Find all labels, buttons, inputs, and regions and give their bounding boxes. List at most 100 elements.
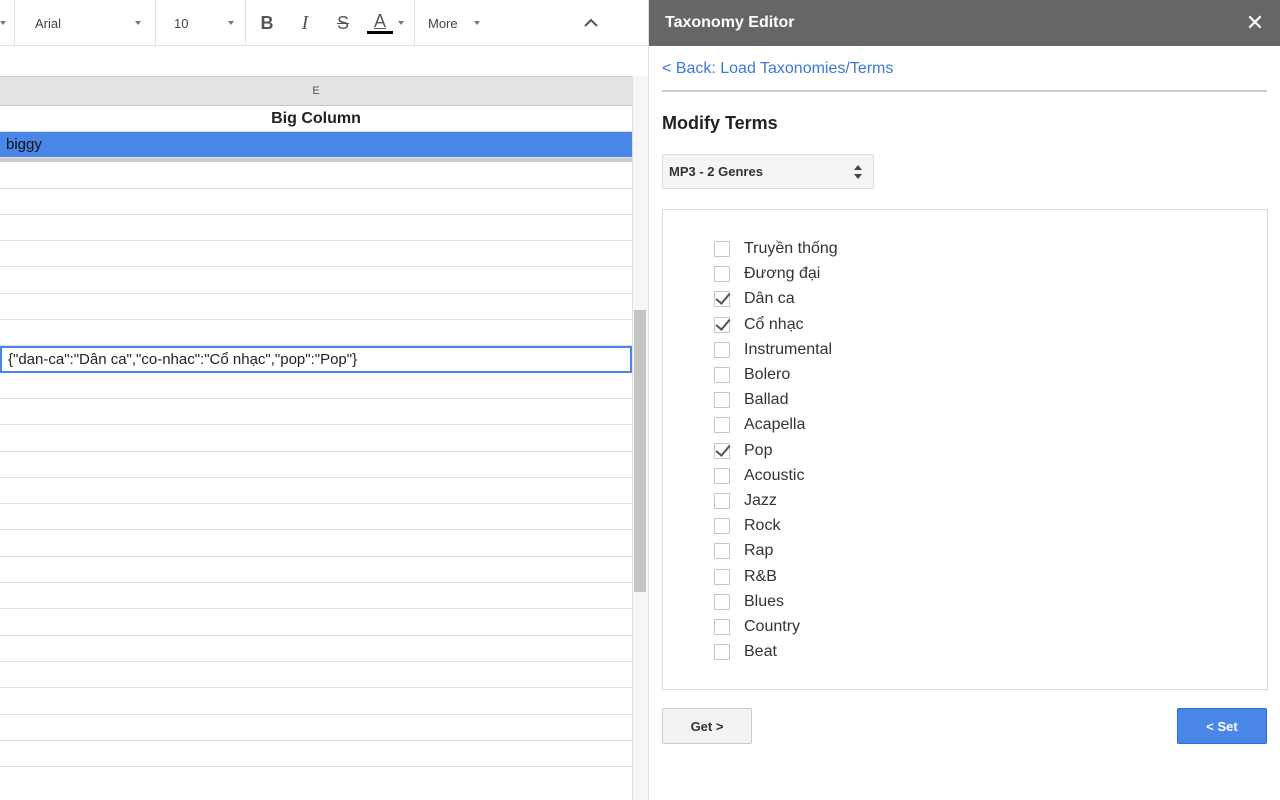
term-item[interactable]: Acapella — [714, 414, 805, 436]
table-row[interactable] — [0, 241, 632, 268]
active-cell[interactable]: {"dan-ca":"Dân ca","co-nhac":"Cổ nhạc","… — [0, 346, 632, 373]
chevron-down-icon — [228, 21, 234, 25]
term-item[interactable]: Acoustic — [714, 465, 804, 487]
term-checkbox[interactable] — [714, 593, 730, 610]
table-row[interactable] — [0, 294, 632, 321]
table-row[interactable] — [0, 504, 632, 531]
formula-bar[interactable] — [0, 47, 648, 76]
more-label: More — [428, 15, 458, 31]
table-row[interactable] — [0, 425, 632, 452]
term-item[interactable]: Pop — [714, 440, 772, 462]
term-checkbox[interactable] — [714, 442, 730, 459]
table-row[interactable] — [0, 320, 632, 347]
collapse-toolbar-button[interactable] — [582, 0, 600, 46]
table-row[interactable] — [0, 267, 632, 294]
term-checkbox[interactable] — [714, 493, 730, 509]
table-row[interactable] — [0, 373, 632, 399]
table-row[interactable] — [0, 662, 632, 689]
table-row[interactable] — [0, 478, 632, 505]
divider — [662, 90, 1267, 92]
get-button[interactable]: Get > — [662, 708, 752, 744]
back-link[interactable]: < Back: Load Taxonomies/Terms — [662, 60, 893, 78]
term-checkbox[interactable] — [714, 644, 730, 661]
term-label: Beat — [744, 643, 777, 661]
term-item[interactable]: Jazz — [714, 490, 777, 512]
term-checkbox[interactable] — [714, 417, 730, 434]
term-checkbox[interactable] — [714, 543, 730, 560]
table-row[interactable] — [0, 557, 632, 584]
term-checkbox[interactable] — [714, 241, 730, 257]
term-label: Rock — [744, 517, 781, 535]
text-color-dropdown[interactable] — [398, 0, 404, 46]
table-row[interactable] — [0, 741, 632, 768]
term-checkbox[interactable] — [714, 316, 730, 333]
table-row[interactable] — [0, 530, 632, 557]
term-item[interactable]: Bolero — [714, 364, 790, 386]
term-checkbox[interactable] — [714, 619, 730, 635]
table-row[interactable]: Big Column — [0, 106, 632, 132]
cell-grid[interactable]: Big Column biggy {"dan-ca":"Dân ca","co-… — [0, 106, 632, 800]
term-checkbox[interactable] — [714, 266, 730, 283]
term-item[interactable]: R&B — [714, 566, 777, 588]
table-row[interactable] — [0, 162, 632, 189]
term-item[interactable]: Country — [714, 616, 800, 638]
chevron-up-icon — [584, 18, 598, 27]
term-item[interactable]: Rap — [714, 540, 773, 562]
set-button[interactable]: < Set — [1177, 708, 1267, 744]
table-row[interactable] — [0, 189, 632, 215]
term-item[interactable]: Cổ nhạc — [714, 314, 804, 336]
column-letter: E — [312, 85, 320, 97]
spreadsheet-area: Arial 10 B I S A More E Big Column biggy… — [0, 0, 648, 800]
close-button[interactable]: ✕ — [1243, 10, 1267, 35]
term-item[interactable]: Dân ca — [714, 288, 795, 310]
table-row[interactable] — [0, 688, 632, 715]
scrollbar-thumb[interactable] — [634, 310, 646, 592]
italic-button[interactable]: I — [293, 11, 317, 35]
term-label: Rap — [744, 542, 774, 560]
toolbar-divider — [245, 0, 246, 46]
column-header-e[interactable]: E — [0, 76, 632, 106]
freeze-divider[interactable] — [0, 158, 632, 162]
table-row[interactable] — [0, 609, 632, 636]
taxonomy-select-value: MP3 - 2 Genres — [669, 164, 763, 179]
toolbar-divider — [414, 0, 415, 46]
term-checkbox[interactable] — [714, 467, 730, 484]
term-label: Pop — [744, 441, 773, 459]
toolbar-left-caret[interactable] — [0, 0, 6, 46]
font-family-dropdown[interactable]: Arial — [35, 0, 141, 46]
term-item[interactable]: Beat — [714, 641, 777, 663]
chevron-down-icon — [398, 21, 404, 25]
term-checkbox[interactable] — [714, 568, 730, 585]
term-checkbox[interactable] — [714, 367, 730, 383]
term-checkbox[interactable] — [714, 291, 730, 308]
table-row[interactable] — [0, 636, 632, 662]
taxonomy-editor-sidebar: Taxonomy Editor ✕ < Back: Load Taxonomie… — [648, 0, 1280, 800]
term-item[interactable]: Instrumental — [714, 339, 832, 361]
table-row-selected[interactable]: biggy — [0, 132, 632, 159]
term-item[interactable]: Truyền thống — [714, 238, 838, 260]
toolbar-divider — [155, 0, 156, 46]
table-row[interactable] — [0, 583, 632, 610]
term-label: Country — [744, 618, 801, 635]
table-row[interactable] — [0, 715, 632, 741]
term-item[interactable]: Ballad — [714, 389, 788, 411]
table-row[interactable] — [0, 452, 632, 478]
term-item[interactable]: Đương đại — [714, 263, 820, 285]
font-family-value: Arial — [35, 15, 62, 31]
format-toolbar: Arial 10 B I S A More — [0, 0, 648, 46]
table-row[interactable] — [0, 215, 632, 242]
taxonomy-select[interactable]: MP3 - 2 Genres — [662, 154, 874, 189]
term-item[interactable]: Blues — [714, 591, 784, 613]
more-menu-button[interactable]: More — [428, 0, 480, 46]
text-color-button[interactable]: A — [366, 11, 394, 35]
term-checkbox[interactable] — [714, 341, 730, 358]
term-item[interactable]: Rock — [714, 515, 780, 537]
term-checkbox[interactable] — [714, 518, 730, 535]
term-label: Acoustic — [744, 466, 805, 484]
sidebar-title: Taxonomy Editor — [665, 14, 795, 31]
term-checkbox[interactable] — [714, 392, 730, 409]
font-size-dropdown[interactable]: 10 — [174, 0, 234, 46]
bold-button[interactable]: B — [255, 11, 279, 35]
strikethrough-button[interactable]: S — [331, 11, 355, 35]
table-row[interactable] — [0, 399, 632, 426]
